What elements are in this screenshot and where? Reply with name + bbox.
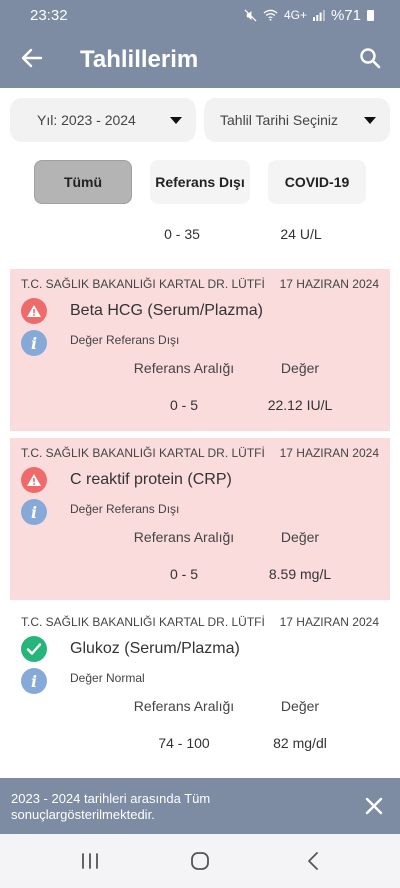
result-value: 8.59 mg/L [268,566,332,582]
dropdown-arrow-icon [170,117,182,124]
test-name: C reaktif protein (CRP) [70,471,232,488]
result-card[interactable]: T.C. SAĞLIK BAKANLIĞI KARTAL DR. LÜTFİ 1… [10,607,390,769]
check-icon [21,636,47,662]
battery-percent: %71 [330,6,361,24]
system-nav-bar [0,834,400,888]
reference-range-value: 0 - 5 [169,397,198,413]
result-value: 82 mg/dl [273,735,327,751]
info-icon[interactable]: i [21,499,47,525]
warning-icon [21,467,47,493]
network-type: 4G+ [283,8,307,22]
filters: Yıl: 2023 - 2024 Tahlil Tarihi Seçiniz [10,98,390,142]
info-icon[interactable]: i [21,668,47,694]
dropdown-arrow-icon [364,117,376,124]
recent-apps-button[interactable] [77,848,103,874]
tab-covid19[interactable]: COVID-19 [268,160,366,204]
tab-all[interactable]: Tümü [34,160,132,204]
result-status: Değer Normal [70,671,145,685]
arrow-left-icon [21,48,43,68]
status-time: 23:32 [30,6,68,24]
search-button[interactable] [356,44,384,72]
filter-tabs: Tümü Referans Dışı COVID-19 [0,160,400,206]
result-card[interactable]: T.C. SAĞLIK BAKANLIĞI KARTAL DR. LÜTFİ 1… [10,269,390,431]
year-dropdown[interactable]: Yıl: 2023 - 2024 [10,98,196,142]
warning-icon [21,298,47,324]
institution-name: T.C. SAĞLIK BAKANLIĞI KARTAL DR. LÜTFİ [21,615,265,629]
page-title: Tahlillerim [80,46,199,73]
info-icon[interactable]: i [21,330,47,356]
reference-range-value: 74 - 100 [158,735,210,751]
back-chevron-icon [308,852,318,870]
value-label: Değer [280,698,320,714]
back-button[interactable] [18,44,46,72]
recent-apps-icon [82,853,98,869]
status-icons: 4G+ %71 [244,7,374,24]
status-bar: 23:32 4G+ %71 [0,0,400,30]
result-date: 17 HAZIRAN 2024 [279,446,379,460]
result-value: 24 U/L [280,226,322,242]
institution-name: T.C. SAĞLIK BAKANLIĞI KARTAL DR. LÜTFİ [21,277,265,291]
mute-icon [244,8,257,22]
search-icon [360,48,381,69]
reference-range-value: 0 - 5 [169,566,198,582]
result-card[interactable]: T.C. SAĞLIK BAKANLIĞI KARTAL DR. LÜTFİ 1… [10,438,390,600]
home-button[interactable] [187,848,213,874]
result-status: Değer Referans Dışı [70,333,180,347]
back-nav-button[interactable] [300,848,326,874]
value-label: Değer [280,360,320,376]
signal-icon [312,9,325,21]
snackbar-message: 2023 - 2024 tarihleri arasında Tüm sonuç… [11,791,211,822]
test-name: Beta HCG (Serum/Plazma) [70,302,263,319]
institution-name: T.C. SAĞLIK BAKANLIĞI KARTAL DR. LÜTFİ [21,446,265,460]
result-date: 17 HAZIRAN 2024 [279,277,379,291]
home-icon [191,852,209,870]
year-dropdown-value: Yıl: 2023 - 2024 [37,112,136,128]
reference-range-label: Referans Aralığı [133,360,235,376]
reference-range-label: Referans Aralığı [133,698,235,714]
app-bar: Tahlillerim [0,30,400,88]
reference-range-label: Referans Aralığı [133,529,235,545]
tab-out-of-range[interactable]: Referans Dışı [150,160,250,204]
test-name: Glukoz (Serum/Plazma) [70,640,240,657]
value-label: Değer [280,529,320,545]
result-date: 17 HAZIRAN 2024 [279,615,379,629]
reference-range-value: 0 - 35 [164,226,200,242]
snackbar-close-button[interactable] [364,796,384,816]
partial-result-row: 0 - 35 24 U/L [0,226,400,248]
date-dropdown-value: Tahlil Tarihi Seçiniz [220,112,339,128]
close-icon [365,797,383,815]
snackbar: 2023 - 2024 tarihleri arasında Tüm sonuç… [0,778,400,834]
app-header: 23:32 4G+ %71 Tahlillerim [0,0,400,88]
wifi-icon [263,9,278,21]
battery-icon [367,9,374,21]
result-value: 22.12 IU/L [267,397,333,413]
date-dropdown[interactable]: Tahlil Tarihi Seçiniz [204,98,390,142]
result-status: Değer Referans Dışı [70,502,180,516]
